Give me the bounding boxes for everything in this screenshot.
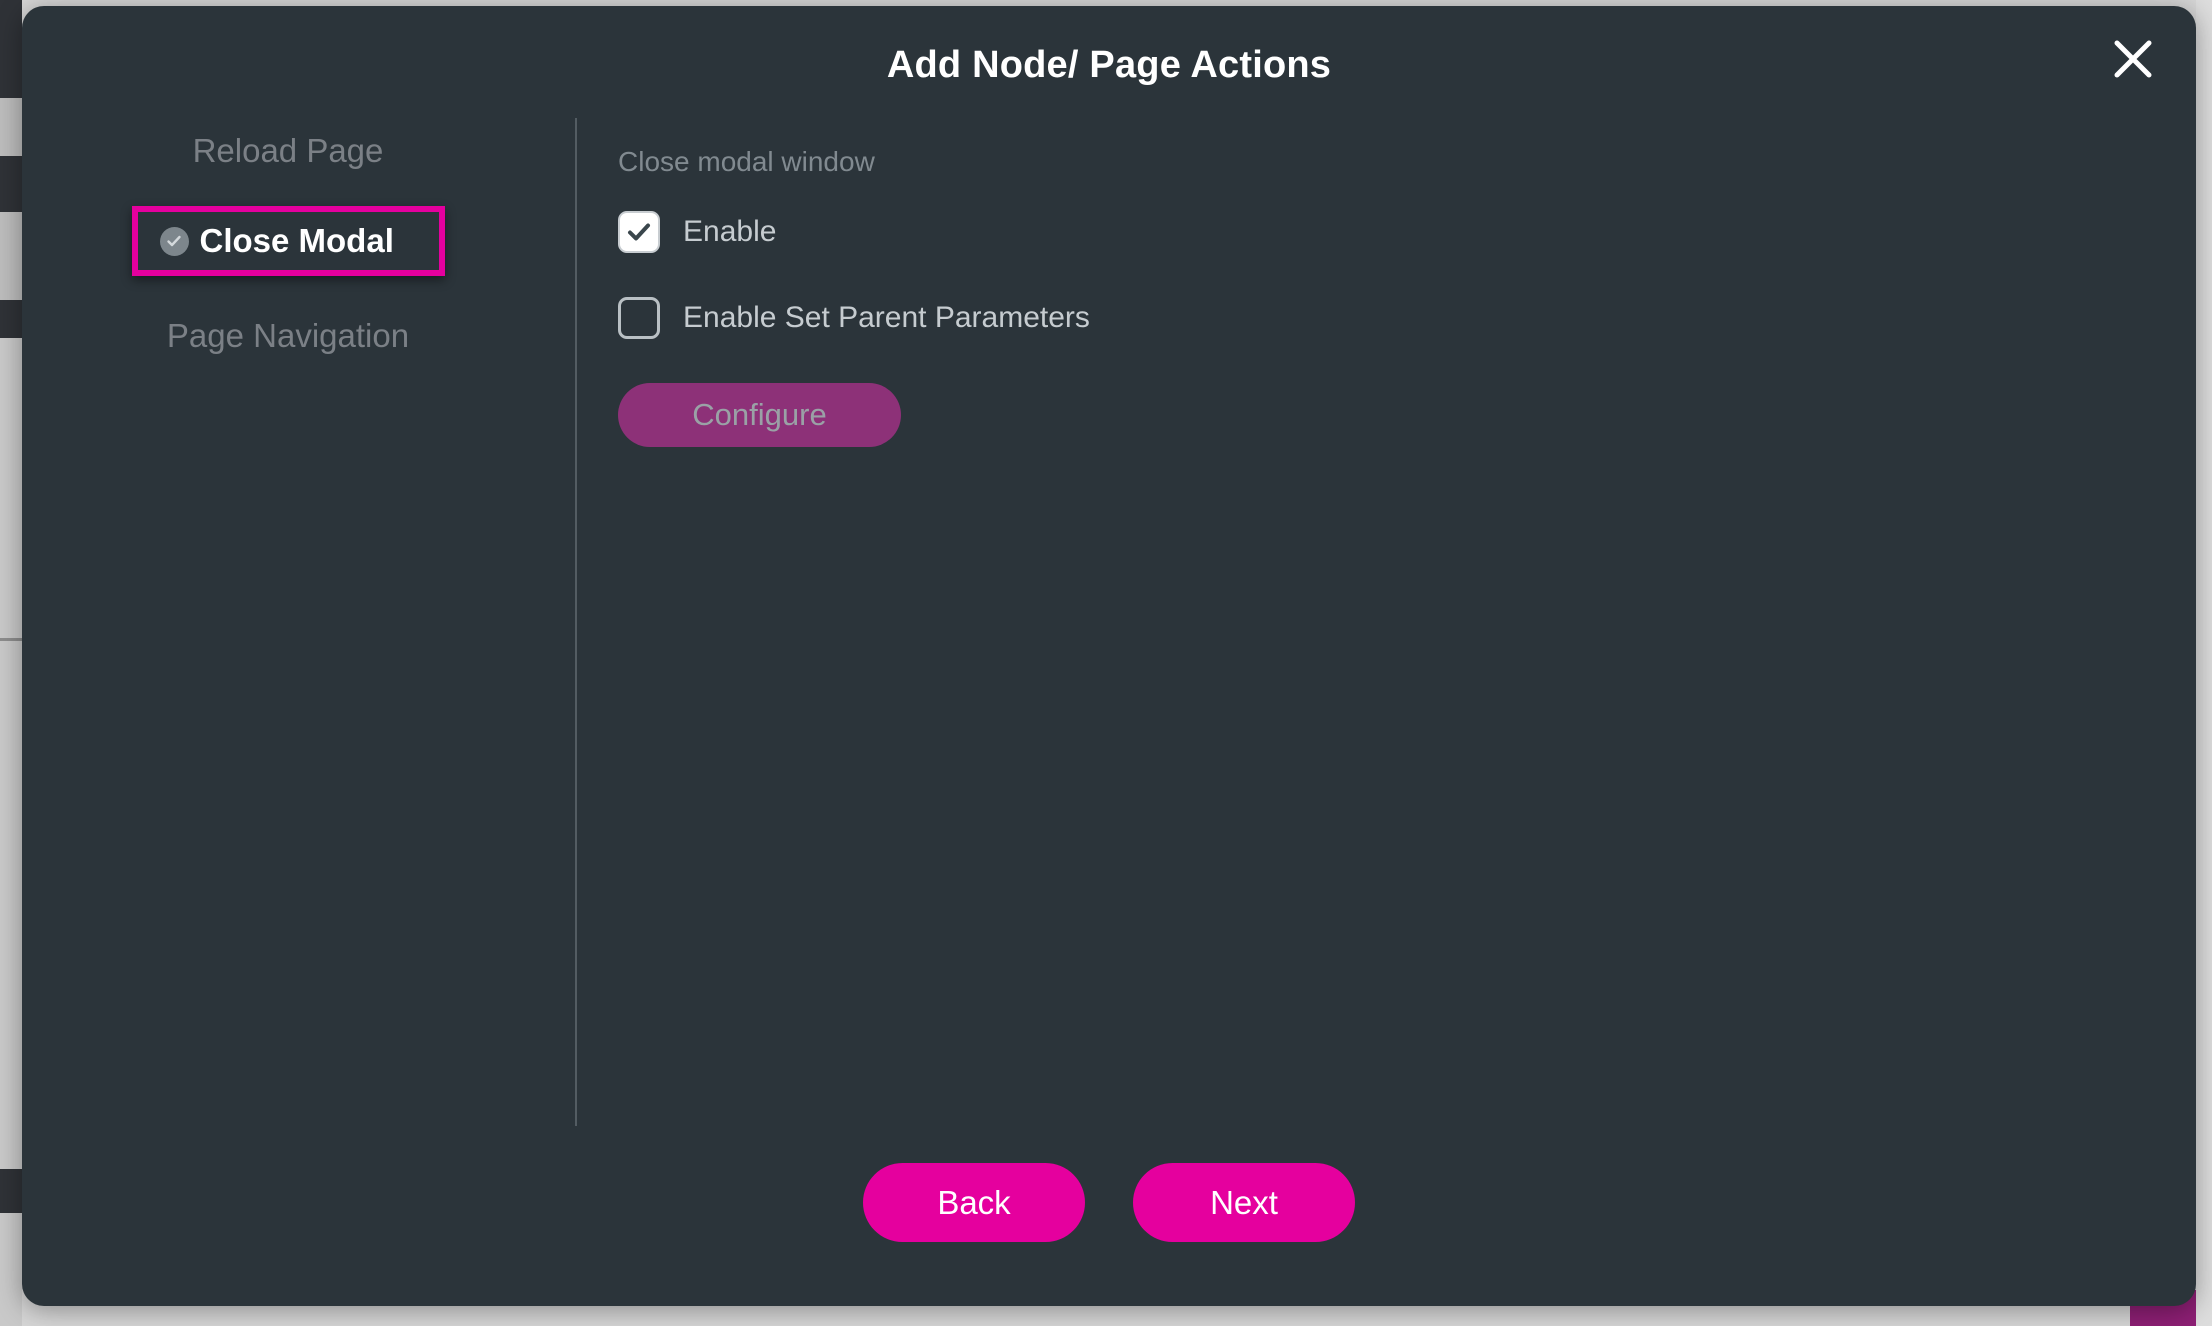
backdrop-strip	[0, 338, 22, 638]
backdrop-strip	[0, 300, 22, 338]
nav-item-page-navigation[interactable]: Page Navigation	[22, 301, 554, 371]
configure-button[interactable]: Configure	[618, 383, 901, 447]
enable-set-parent-parameters-row[interactable]: Enable Set Parent Parameters	[618, 297, 1090, 339]
backdrop-strip	[0, 1213, 22, 1326]
action-type-nav: Reload Page Close Modal Page Navigation	[22, 116, 554, 371]
action-settings-panel: Close modal window Enable Enable Set Par…	[618, 146, 2118, 447]
nav-item-reload-page[interactable]: Reload Page	[22, 116, 554, 186]
backdrop-strip	[0, 156, 22, 212]
back-button[interactable]: Back	[863, 1163, 1085, 1242]
nav-item-close-modal[interactable]: Close Modal	[131, 206, 445, 276]
backdrop-right-edge	[2196, 0, 2212, 1326]
nav-item-label: Reload Page	[192, 132, 384, 169]
circle-check-icon	[159, 226, 189, 256]
nav-item-label: Page Navigation	[166, 317, 410, 354]
backdrop-strip	[0, 212, 22, 300]
vertical-divider	[575, 118, 577, 1126]
enable-checkbox-label: Enable	[683, 215, 777, 248]
enable-checkbox[interactable]	[618, 211, 660, 253]
enable-set-parent-parameters-label: Enable Set Parent Parameters	[683, 301, 1090, 334]
page-title: Add Node/ Page Actions	[886, 44, 1332, 86]
close-icon[interactable]	[2102, 28, 2164, 90]
add-node-page-actions-modal: Add Node/ Page Actions Reload Page Close…	[22, 6, 2196, 1306]
backdrop-toolbar-strip	[0, 0, 22, 42]
enable-set-parent-parameters-checkbox[interactable]	[618, 297, 660, 339]
section-label: Close modal window	[618, 146, 875, 177]
modal-footer: Back Next	[22, 1163, 2196, 1242]
backdrop-strip	[0, 98, 22, 156]
backdrop-strip	[0, 42, 22, 98]
backdrop-strip	[0, 1169, 22, 1213]
next-button[interactable]: Next	[1133, 1163, 1355, 1242]
enable-checkbox-row[interactable]: Enable	[618, 211, 776, 253]
backdrop-strip	[0, 641, 22, 1169]
nav-item-label: Close Modal	[199, 222, 394, 259]
